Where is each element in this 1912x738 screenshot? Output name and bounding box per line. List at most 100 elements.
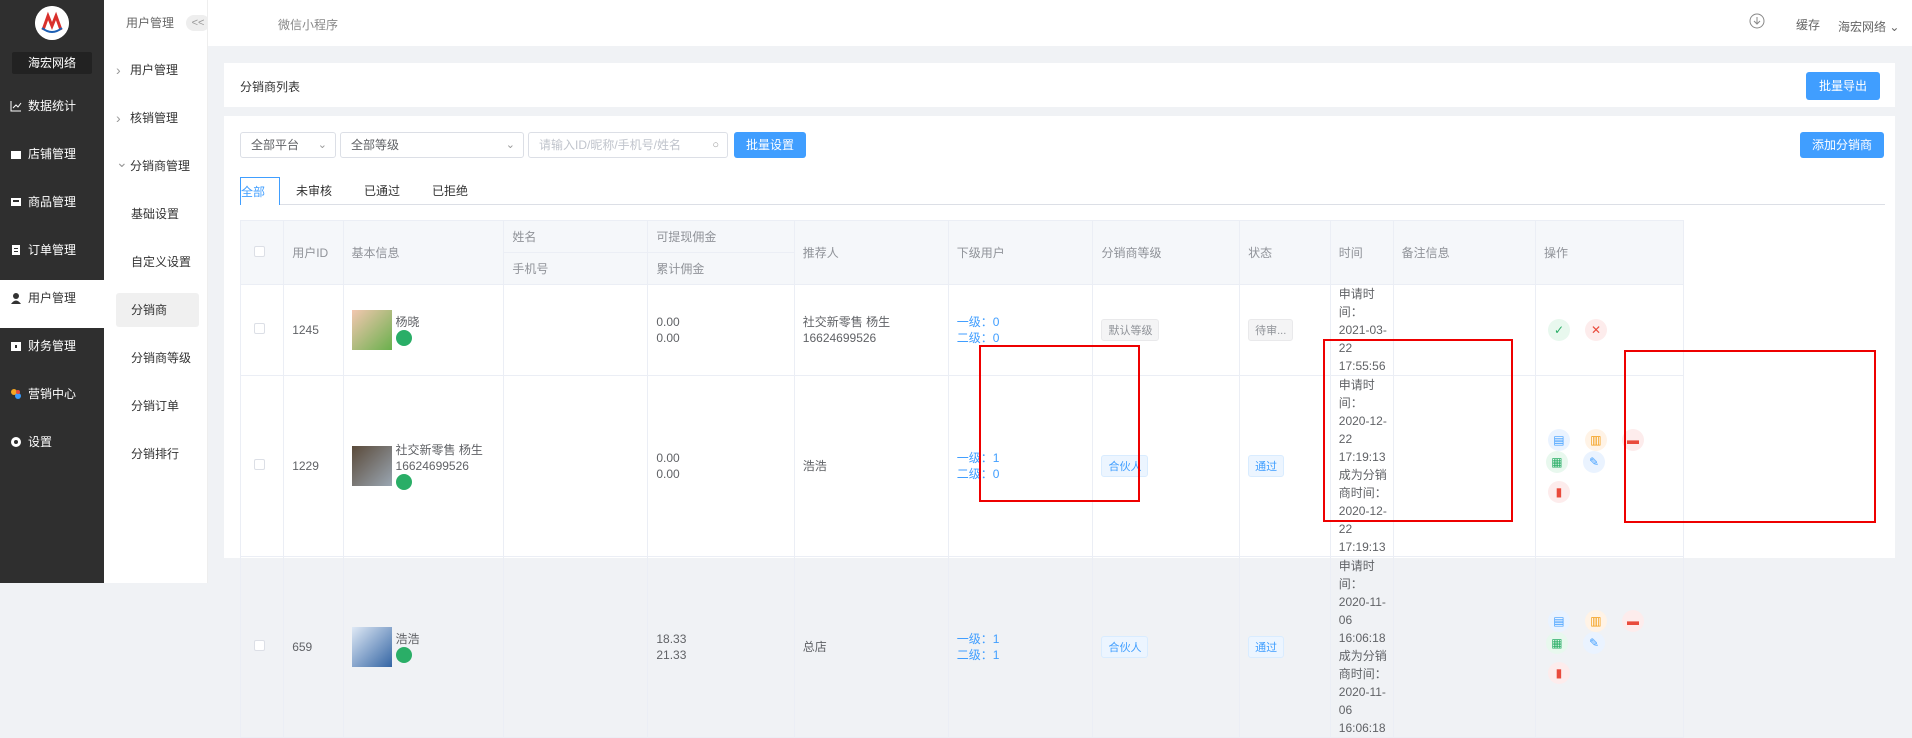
level-cell: 默认等级 [1092,284,1241,376]
level2-users-link[interactable]: 二级：0 [957,330,1093,346]
remark-cell [1392,284,1536,376]
add-distributor-button[interactable]: 添加分销商 [1800,132,1884,158]
menu-item-store[interactable]: 店铺管理 [0,136,104,184]
menu-item-order[interactable]: 订单管理 [0,232,104,280]
become-time-label: 成为分销商时间： [1338,649,1387,681]
menu-item-user[interactable]: 用户管理 [0,280,104,328]
commission-cell: 18.33 21.33 [647,556,795,738]
menu-item-marketing[interactable]: 营销中心 [0,376,104,424]
menu-item-chart[interactable]: 数据统计 [0,88,104,136]
name-phone-cell [503,284,649,376]
tab-approved[interactable]: 已通过 [364,177,400,205]
batch-export-button[interactable]: 批量导出 [1806,72,1880,100]
level1-users-link[interactable]: 一级：1 [957,450,1093,466]
referrer: 社交新零售 杨生16624699526 [793,284,949,376]
menu-item-label: 订单管理 [28,243,77,257]
row-checkbox[interactable] [254,640,265,651]
platform-select[interactable]: 全部平台 ⌄ [240,132,336,158]
chevron-down-icon: ⌄ [505,139,515,151]
delete-icon[interactable]: ▮ [1547,662,1570,684]
submenu-basic-settings[interactable]: 基础设置 [104,190,207,238]
edit-icon[interactable]: ✎ [1582,632,1605,654]
level-cell: 合伙人 [1092,375,1241,557]
collapse-button[interactable]: << [186,15,210,31]
header-level: 分销商等级 [1092,220,1241,285]
cache-button[interactable]: 缓存 [1796,16,1820,33]
detail-icon[interactable]: ▤ [1547,429,1570,451]
submenu-distributor[interactable]: 分销商 [116,293,199,327]
message-icon[interactable]: ▬ [1621,429,1644,451]
submenu-custom-settings[interactable]: 自定义设置 [104,238,207,286]
user-name: 海宏网络 [1838,20,1887,34]
status-cell: 待审... [1239,284,1331,376]
commission-cell: 0.00 0.00 [647,284,795,376]
tab-rejected[interactable]: 已拒绝 [432,177,468,205]
tab-wechat-miniprogram[interactable]: 微信小程序 [278,16,338,33]
row-checkbox[interactable] [254,323,265,334]
level-select[interactable]: 全部等级 ⌄ [340,132,524,158]
level1-users-link[interactable]: 一级：0 [957,314,1093,330]
name-phone-cell [503,375,649,557]
menu-item-finance[interactable]: 财务管理 [0,328,104,376]
sub-sidebar: 用户管理 << 用户管理 核销管理 分销商管理 基础设置 自定义设置 分销商 分… [104,0,210,583]
qrcode-icon[interactable]: ▦ [1545,451,1568,473]
table-row: 1245 杨晓 0.00 0.00 社交新零售 杨生16624699526 一级：0 二级：… [239,284,1885,376]
table-row: 659 浩浩 18.33 21.33 总店 一级：1 二级：1 合伙人 通过 申请时间： 2020-… [239,556,1885,738]
edit-icon[interactable]: ✎ [1582,451,1605,473]
header-time: 时间 [1329,220,1394,285]
wechat-link-icon[interactable] [395,474,412,491]
level-tag: 合伙人 [1101,455,1149,477]
level1-users-link[interactable]: 一级：1 [957,631,1093,647]
tab-all[interactable]: 全部 [240,177,280,205]
basic-info: 浩浩 [342,556,505,738]
wechat-link-icon[interactable] [395,647,412,664]
submenu-verify-manage[interactable]: 核销管理 [104,94,207,142]
delete-icon[interactable]: ▮ [1547,481,1570,503]
basic-info: 杨晓 [342,284,505,376]
download-icon[interactable] [1748,12,1766,30]
total-commission: 21.33 [656,648,687,662]
apply-time-value: 2020-11-06 16:06:18 [1338,595,1386,645]
time-cell: 申请时间： 2020-11-06 16:06:18 成为分销商时间： 2020-11-… [1329,556,1394,738]
level2-users-link[interactable]: 二级：1 [957,647,1093,663]
approve-icon[interactable]: ✓ [1547,319,1570,341]
qrcode-icon[interactable]: ▦ [1545,632,1568,654]
ops-cell: ▤ ▥ ▬ ▦ ✎ ▮ [1534,556,1684,738]
submenu-user-manage[interactable]: 用户管理 [104,46,207,94]
wechat-link-icon[interactable] [395,330,412,347]
user-id: 659 [283,556,344,738]
menu-item-goods[interactable]: 商品管理 [0,184,104,232]
submenu-distribution-ranking[interactable]: 分销排行 [104,430,207,478]
user-menu[interactable]: 海宏网络 ⌄ [1838,18,1899,35]
menu-item-settings[interactable]: 设置 [0,424,104,472]
message-icon[interactable]: ▬ [1621,610,1644,632]
apply-time-label: 申请时间： [1338,559,1375,591]
avatar [351,310,392,350]
search-input[interactable]: 请输入ID/昵称/手机号/姓名 ○ [528,132,728,158]
row-checkbox[interactable] [254,459,265,470]
level-select-value: 全部等级 [351,138,400,152]
tab-unreviewed[interactable]: 未审核 [296,177,332,205]
search-icon[interactable]: ○ [712,133,719,157]
export-icon[interactable]: ▥ [1584,429,1607,451]
select-all-checkbox[interactable] [254,245,265,257]
menu-item-label: 设置 [28,435,53,449]
detail-icon[interactable]: ▤ [1547,610,1570,632]
avatar [351,627,392,667]
export-icon[interactable]: ▥ [1584,610,1607,632]
apply-time-value: 2020-12-22 17:19:13 [1338,414,1387,464]
level2-users-link[interactable]: 二级：0 [957,466,1093,482]
reject-icon[interactable]: ✕ [1584,319,1607,341]
status-cell: 通过 [1239,375,1331,557]
menu-item-label: 用户管理 [28,291,77,305]
withdrawable-commission: 0.00 [656,315,680,329]
status-badge: 通过 [1248,455,1285,477]
submenu-distribution-orders[interactable]: 分销订单 [104,382,207,430]
referrer: 浩浩 [793,375,949,557]
batch-settings-button[interactable]: 批量设置 [734,132,806,158]
submenu-distributor-manage[interactable]: 分销商管理 [104,138,207,190]
ops-cell: ✓ ✕ [1534,284,1684,376]
submenu-distributor-level[interactable]: 分销商等级 [104,334,207,382]
distributor-table: 用户ID 基本信息 姓名 可提现佣金 推荐人 下级用户 分销商等级 状态 时间 … [239,220,1885,738]
order-icon [10,232,24,268]
